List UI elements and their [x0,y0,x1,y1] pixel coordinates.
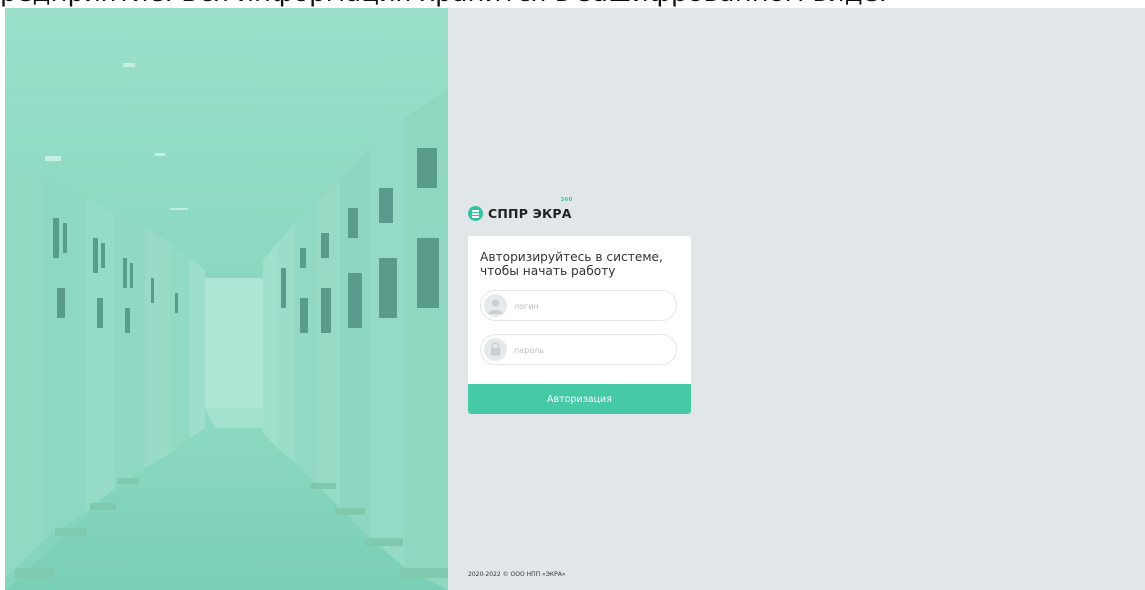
login-card: Авторизируйтесь в системе, чтобы начать … [468,236,691,414]
login-button[interactable]: Авторизация [468,384,691,414]
login-input[interactable] [514,297,664,315]
user-icon [484,294,507,317]
server-room-photo [5,8,448,590]
lock-icon [484,338,507,361]
password-field[interactable] [480,334,677,365]
brand-logo: СППР ЭКРА 360 [468,197,572,221]
login-area: СППР ЭКРА 360 Авторизируйтесь в системе,… [448,8,1145,590]
footer-copyright: 2020-2022 © ООО НПП «ЭКРА» [468,571,566,578]
brand-superscript: 360 [560,197,573,203]
password-input[interactable] [514,341,664,359]
ekra-logo-icon [468,206,483,221]
login-field[interactable] [480,290,677,321]
brand-name: СППР ЭКРА [488,206,572,221]
login-card-title: Авторизируйтесь в системе, чтобы начать … [480,250,663,278]
clipped-heading-text: редприятие. Вся информация хранится в за… [0,0,1145,8]
